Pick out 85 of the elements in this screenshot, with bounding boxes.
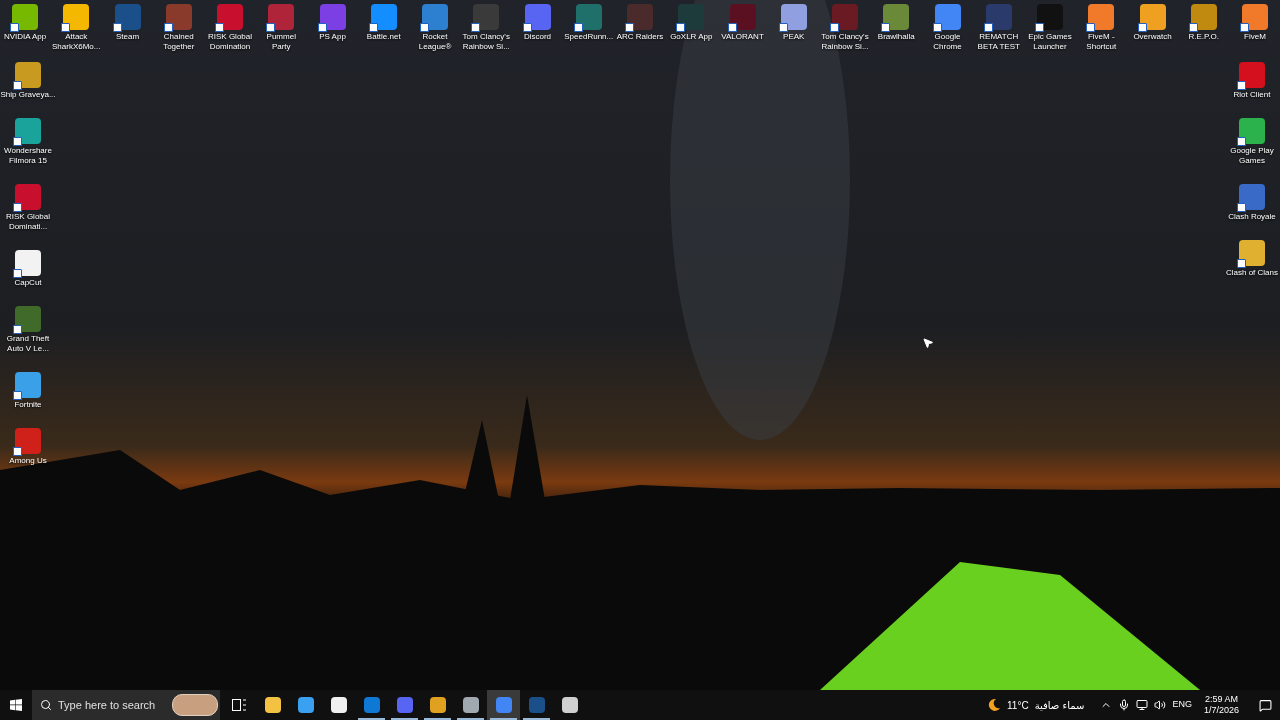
shortcut-label: Chained Together xyxy=(162,32,196,52)
shortcut-label: Overwatch xyxy=(1132,32,1173,42)
shortcut-label: RISK Global Domination xyxy=(207,32,253,52)
temperature-text: 11°C xyxy=(1007,698,1029,713)
shortcut-label: Fortnite xyxy=(13,400,43,410)
shortcut-label: Google Play Games xyxy=(1229,146,1275,166)
task-view-icon[interactable] xyxy=(232,699,246,711)
shortcut-label: Riot Client xyxy=(1232,90,1272,100)
app-shortcut-icon[interactable] xyxy=(15,250,41,276)
weather-condition-text: سماء صافية xyxy=(1034,698,1085,713)
shortcut-label: PEAK xyxy=(782,32,806,42)
shortcut-label: Among Us xyxy=(8,456,48,466)
shortcut-label: Pummel Party xyxy=(265,32,297,52)
app-shortcut-icon[interactable] xyxy=(268,4,295,30)
app-shortcut-icon[interactable] xyxy=(15,306,41,332)
shortcut-label: FiveM - Shortcut xyxy=(1085,32,1118,52)
app-shortcut-icon[interactable] xyxy=(422,4,448,30)
app-shortcut-icon[interactable] xyxy=(15,118,41,144)
shortcut-label: Wondershare Filmora 15 xyxy=(3,146,53,166)
search-icon xyxy=(40,699,52,711)
mouse-pointer-icon xyxy=(922,336,934,350)
app-shortcut-icon[interactable] xyxy=(15,428,41,454)
crescent-moon-icon xyxy=(987,698,1002,712)
shortcut-label: FiveM xyxy=(1243,32,1267,42)
app-shortcut-icon[interactable] xyxy=(1239,118,1265,144)
shortcut-label: Epic Games Launcher xyxy=(1027,32,1073,52)
app-shortcut-icon[interactable] xyxy=(473,4,500,30)
app-shortcut-icon[interactable] xyxy=(1239,62,1265,88)
app-shortcut-icon[interactable] xyxy=(15,184,41,210)
shortcut-label: VALORANT xyxy=(720,32,765,42)
app-shortcut-icon[interactable] xyxy=(729,4,756,30)
app-shortcut-icon[interactable] xyxy=(832,4,858,30)
app-shortcut-icon[interactable] xyxy=(12,4,38,30)
app-shortcut-icon[interactable] xyxy=(1190,4,1217,30)
app-shortcut-icon[interactable] xyxy=(63,4,90,30)
shortcut-label: Clash of Clans xyxy=(1225,268,1279,278)
shortcut-label: Tom Clancy's Rainbow Si... xyxy=(461,32,511,52)
app-shortcut-icon[interactable] xyxy=(15,372,41,398)
app-shortcut-icon[interactable] xyxy=(15,62,41,88)
shortcut-label: PS App xyxy=(318,32,347,42)
app-shortcut-icon[interactable] xyxy=(370,4,397,30)
shortcut-label: REMATCH BETA TEST xyxy=(976,32,1021,52)
shortcut-label: Google Chrome xyxy=(932,32,963,52)
app-shortcut-icon[interactable] xyxy=(1139,4,1166,30)
microphone-icon[interactable] xyxy=(1118,699,1131,711)
app-shortcut-icon[interactable] xyxy=(934,4,961,30)
shortcut-label: Tom Clancy's Rainbow Si... xyxy=(820,32,870,52)
shortcut-label: RISK Global Dominati... xyxy=(5,212,51,232)
shortcut-label: Brawlhalla xyxy=(876,32,916,42)
shortcut-label: GoXLR App xyxy=(669,32,714,42)
app-shortcut-icon[interactable] xyxy=(217,4,243,30)
app-shortcut-icon[interactable] xyxy=(1239,184,1265,210)
speaker-icon[interactable] xyxy=(1154,699,1167,711)
app-shortcut-icon[interactable] xyxy=(319,4,346,30)
shortcut-label: R.E.P.O. xyxy=(1187,32,1220,42)
app-shortcut-icon[interactable] xyxy=(524,4,551,30)
shortcut-label: Discord xyxy=(522,32,553,42)
shortcut-label: Clash Royale xyxy=(1227,212,1277,222)
app-shortcut-icon[interactable] xyxy=(883,4,910,30)
shortcut-label: Ship Graveya... xyxy=(0,90,56,100)
app-shortcut-icon[interactable] xyxy=(1242,4,1268,30)
shortcut-label: Grand Theft Auto V Le... xyxy=(5,334,51,354)
clock[interactable]: 2:59 AM 1/7/2026 xyxy=(1197,694,1245,716)
notification-icon[interactable] xyxy=(1259,698,1272,712)
windows-logo-icon xyxy=(10,699,22,711)
app-shortcut-icon[interactable] xyxy=(114,4,141,30)
app-shortcut-icon[interactable] xyxy=(627,4,653,30)
shortcut-label: Attack SharkX6Mo... xyxy=(51,32,102,52)
shortcut-label: CapCut xyxy=(13,278,43,288)
app-shortcut-icon[interactable] xyxy=(780,4,807,30)
app-shortcut-icon[interactable] xyxy=(678,4,705,30)
shortcut-label: ARC Raiders xyxy=(615,32,665,42)
search-highlight-picture xyxy=(172,694,218,716)
app-shortcut-icon[interactable] xyxy=(575,4,602,30)
app-shortcut-icon[interactable] xyxy=(1239,240,1265,266)
app-shortcut-icon[interactable] xyxy=(1037,4,1063,30)
app-shortcut-icon[interactable] xyxy=(985,4,1012,30)
shortcut-label: NVIDIA App xyxy=(2,32,48,42)
shortcut-label: Rocket League® xyxy=(417,32,453,52)
language-indicator[interactable]: ENG xyxy=(1172,698,1192,712)
shortcut-label: SpeedRunn... xyxy=(563,32,614,42)
app-shortcut-icon[interactable] xyxy=(1088,4,1115,30)
shortcut-label: Battle.net xyxy=(365,32,402,42)
app-shortcut-icon[interactable] xyxy=(165,4,192,30)
shortcut-label: Steam xyxy=(114,32,141,42)
